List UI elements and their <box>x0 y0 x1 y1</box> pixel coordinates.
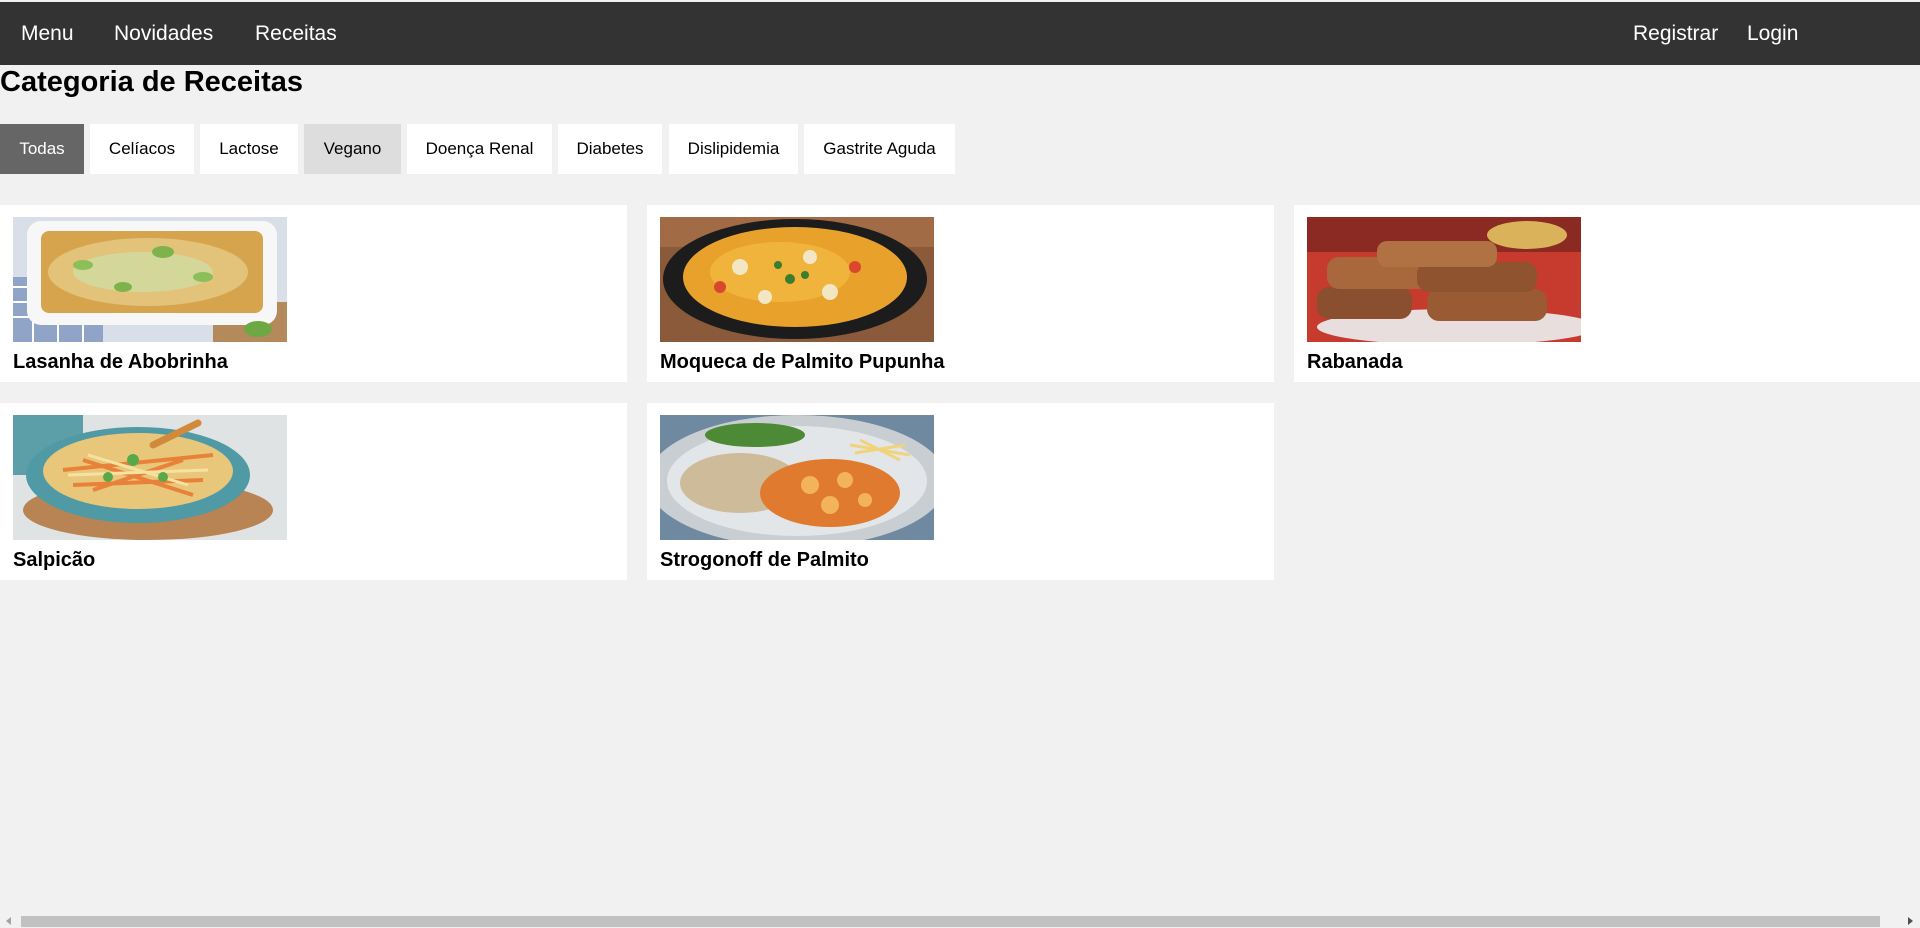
recipe-card[interactable]: Lasanha de Abobrinha <box>0 205 627 382</box>
strogonoff-photo[interactable] <box>660 415 934 540</box>
category-button-lactose[interactable]: Lactose <box>200 124 298 174</box>
category-button-todas[interactable]: Todas <box>0 124 84 174</box>
rabanada-photo[interactable] <box>1307 217 1581 342</box>
nav-menu-link[interactable]: Menu <box>21 2 74 65</box>
category-button-doenca-renal[interactable]: Doença Renal <box>407 124 552 174</box>
recipe-title[interactable]: Strogonoff de Palmito <box>660 543 869 577</box>
recipe-title[interactable]: Salpicão <box>13 543 95 577</box>
category-button-celiacos[interactable]: Celíacos <box>90 124 194 174</box>
category-button-diabetes[interactable]: Diabetes <box>558 124 662 174</box>
category-button-dislipidemia[interactable]: Dislipidemia <box>669 124 798 174</box>
recipe-card[interactable]: Salpicão <box>0 403 627 580</box>
page-title: Categoria de Receitas <box>0 66 304 98</box>
top-navbar: Menu Novidades Receitas Registrar Login <box>0 2 1920 65</box>
moqueca-photo[interactable] <box>660 217 934 342</box>
nav-receitas-link[interactable]: Receitas <box>255 2 337 65</box>
nav-novidades-link[interactable]: Novidades <box>114 2 213 65</box>
nav-login-link[interactable]: Login <box>1747 2 1798 65</box>
category-button-gastrite-aguda[interactable]: Gastrite Aguda <box>804 124 955 174</box>
lasagna-photo[interactable] <box>13 217 287 342</box>
category-button-vegano[interactable]: Vegano <box>304 124 401 174</box>
recipe-title[interactable]: Lasanha de Abobrinha <box>13 345 228 379</box>
horizontal-scrollbar[interactable] <box>0 913 1920 928</box>
scroll-right-arrow-icon[interactable] <box>1908 917 1913 925</box>
recipe-title[interactable]: Rabanada <box>1307 345 1403 379</box>
recipe-title[interactable]: Moqueca de Palmito Pupunha <box>660 345 944 379</box>
salpicao-photo[interactable] <box>13 415 287 540</box>
recipe-card[interactable]: Moqueca de Palmito Pupunha <box>647 205 1274 382</box>
scroll-left-arrow-icon[interactable] <box>6 917 11 925</box>
recipe-card[interactable]: Rabanada <box>1294 205 1920 382</box>
scrollbar-thumb[interactable] <box>21 916 1880 927</box>
recipe-card[interactable]: Strogonoff de Palmito <box>647 403 1274 580</box>
nav-registrar-link[interactable]: Registrar <box>1633 2 1718 65</box>
